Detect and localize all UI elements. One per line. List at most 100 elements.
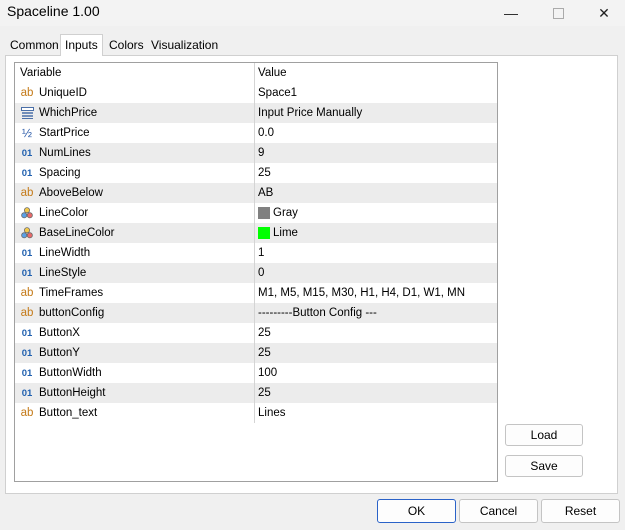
variable-cell: 01 ButtonWidth: [15, 363, 255, 383]
color-type-icon: [19, 227, 35, 239]
value-cell[interactable]: 9: [258, 143, 493, 163]
variable-cell: 01 ButtonX: [15, 323, 255, 343]
variable-name: TimeFrames: [39, 287, 104, 299]
variable-name: ButtonWidth: [39, 367, 102, 379]
variable-cell: LineColor: [15, 203, 255, 223]
variable-value: Gray: [273, 207, 298, 219]
minimize-icon: —: [504, 5, 518, 21]
load-button[interactable]: Load: [505, 424, 583, 446]
variable-name: NumLines: [39, 147, 91, 159]
value-cell[interactable]: ---------Button Config ---: [258, 303, 493, 323]
value-cell[interactable]: 25: [258, 323, 493, 343]
integer-type-icon: 01: [21, 327, 33, 339]
value-cell[interactable]: Input Price Manually: [258, 103, 493, 123]
table-row[interactable]: 01 ButtonY 25: [15, 343, 497, 363]
variable-name: WhichPrice: [39, 107, 98, 119]
variable-cell: 01 ButtonHeight: [15, 383, 255, 403]
variable-name: BaseLineColor: [39, 227, 115, 239]
cancel-button[interactable]: Cancel: [459, 499, 538, 523]
variable-value: 0.0: [258, 127, 274, 139]
variable-name: AboveBelow: [39, 187, 103, 199]
variable-cell: ab TimeFrames: [15, 283, 255, 303]
variable-value: Lime: [273, 227, 298, 239]
table-row[interactable]: ab Button_text Lines: [15, 403, 497, 423]
tab-common[interactable]: Common: [6, 36, 63, 54]
grid-header: Variable Value: [15, 63, 497, 83]
value-cell[interactable]: 0: [258, 263, 493, 283]
text-type-icon: ab: [20, 87, 34, 99]
value-cell[interactable]: 1: [258, 243, 493, 263]
variable-name: UniqueID: [39, 87, 87, 99]
table-row[interactable]: ½ StartPrice 0.0: [15, 123, 497, 143]
table-row[interactable]: ab UniqueID Space1: [15, 83, 497, 103]
color-swatch: [258, 207, 270, 219]
variable-value: 1: [258, 247, 265, 259]
value-cell[interactable]: Lime: [258, 223, 493, 243]
variable-value: 9: [258, 147, 265, 159]
table-row[interactable]: BaseLineColor Lime: [15, 223, 497, 243]
table-row[interactable]: LineColor Gray: [15, 203, 497, 223]
table-row[interactable]: 01 ButtonHeight 25: [15, 383, 497, 403]
variable-cell: ab UniqueID: [15, 83, 255, 103]
value-column-header: Value: [258, 67, 287, 79]
value-cell[interactable]: M1, M5, M15, M30, H1, H4, D1, W1, MN: [258, 283, 493, 303]
table-row[interactable]: ab AboveBelow AB: [15, 183, 497, 203]
maximize-button[interactable]: [535, 0, 581, 26]
table-row[interactable]: 01 NumLines 9: [15, 143, 497, 163]
variable-cell: 01 LineStyle: [15, 263, 255, 283]
tab-inputs[interactable]: Inputs: [60, 34, 103, 56]
variable-value: 25: [258, 347, 271, 359]
inputs-grid: Variable Value ab UniqueID Space1 WhichPric…: [14, 62, 498, 482]
variable-name: LineWidth: [39, 247, 91, 259]
save-button[interactable]: Save: [505, 455, 583, 477]
table-row[interactable]: 01 ButtonWidth 100: [15, 363, 497, 383]
variable-cell: ½ StartPrice: [15, 123, 255, 143]
enum-list-icon: [19, 107, 35, 119]
table-row[interactable]: 01 LineStyle 0: [15, 263, 497, 283]
value-cell[interactable]: Lines: [258, 403, 493, 423]
close-button[interactable]: ✕: [581, 0, 625, 26]
table-row[interactable]: 01 Spacing 25: [15, 163, 497, 183]
value-cell[interactable]: 25: [258, 383, 493, 403]
tab-visualization[interactable]: Visualization: [147, 36, 222, 54]
value-cell[interactable]: 0.0: [258, 123, 493, 143]
table-row[interactable]: 01 LineWidth 1: [15, 243, 497, 263]
minimize-button[interactable]: —: [488, 0, 534, 26]
value-cell[interactable]: 25: [258, 163, 493, 183]
variable-cell: ab AboveBelow: [15, 183, 255, 203]
integer-type-icon: 01: [21, 167, 33, 179]
tab-colors[interactable]: Colors: [105, 36, 148, 54]
variable-name: ButtonX: [39, 327, 80, 339]
variable-value: AB: [258, 187, 274, 199]
reset-button[interactable]: Reset: [541, 499, 620, 523]
table-row[interactable]: WhichPrice Input Price Manually: [15, 103, 497, 123]
variable-name: ButtonY: [39, 347, 80, 359]
ok-button[interactable]: OK: [377, 499, 456, 523]
table-row[interactable]: 01 ButtonX 25: [15, 323, 497, 343]
value-cell[interactable]: 25: [258, 343, 493, 363]
integer-type-icon: 01: [21, 347, 33, 359]
integer-type-icon: 01: [21, 147, 33, 159]
variable-name: StartPrice: [39, 127, 90, 139]
text-type-icon: ab: [20, 187, 34, 199]
text-type-icon: ab: [20, 287, 34, 299]
table-row[interactable]: ab TimeFrames M1, M5, M15, M30, H1, H4, D1…: [15, 283, 497, 303]
double-type-icon: ½: [21, 126, 32, 140]
close-icon: ✕: [598, 4, 610, 21]
window-title: Spaceline 1.00: [7, 3, 100, 19]
variable-cell: 01 ButtonY: [15, 343, 255, 363]
variable-value: M1, M5, M15, M30, H1, H4, D1, W1, MN: [258, 287, 466, 299]
value-cell[interactable]: 100: [258, 363, 493, 383]
variable-value: 0: [258, 267, 265, 279]
table-row[interactable]: ab buttonConfig ---------Button Config ---: [15, 303, 497, 323]
variable-name: LineStyle: [39, 267, 87, 279]
variable-cell: 01 NumLines: [15, 143, 255, 163]
variable-cell: ab Button_text: [15, 403, 255, 423]
value-cell[interactable]: AB: [258, 183, 493, 203]
variable-value: 100: [258, 367, 278, 379]
color-swatch: [258, 227, 270, 239]
variable-value: Space1: [258, 87, 298, 99]
value-cell[interactable]: Space1: [258, 83, 493, 103]
value-cell[interactable]: Gray: [258, 203, 493, 223]
variable-cell: WhichPrice: [15, 103, 255, 123]
